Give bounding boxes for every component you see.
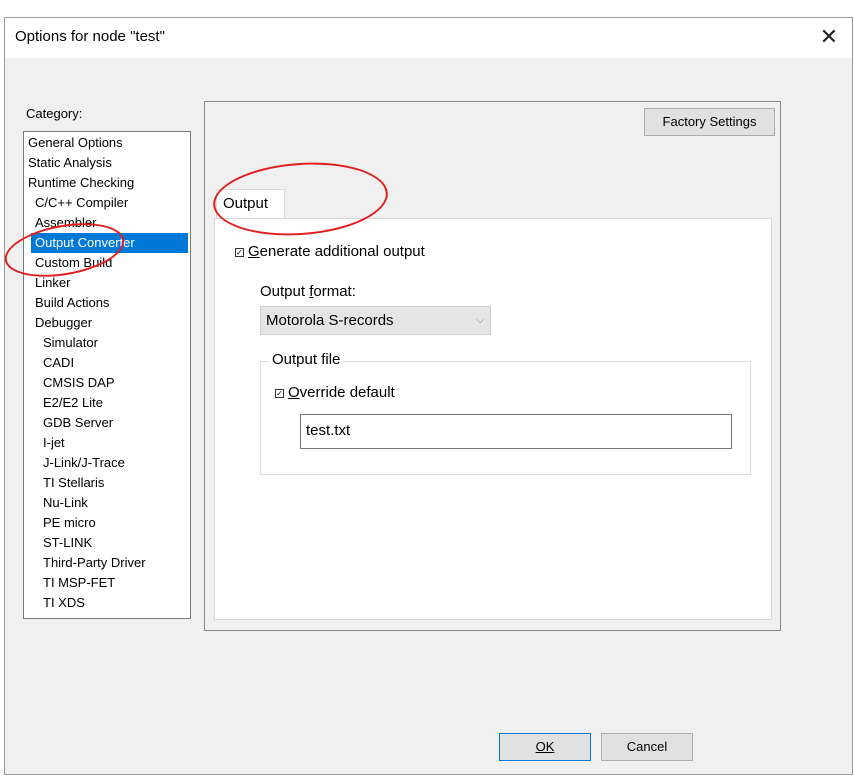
override-default-checkbox[interactable]: ✓: [275, 389, 284, 398]
category-item-i-jet[interactable]: I-jet: [43, 433, 65, 453]
category-item-st-link[interactable]: ST-LINK: [43, 533, 92, 553]
ok-label: OK: [535, 739, 555, 754]
generate-output-mnemonic: G: [248, 243, 260, 260]
override-default-mnemonic: O: [288, 384, 300, 401]
category-item-linker[interactable]: Linker: [35, 273, 70, 293]
title-bar: Options for node "test" ✕: [5, 18, 852, 58]
category-item-general-options[interactable]: General Options: [28, 133, 123, 153]
category-label: Category:: [26, 106, 83, 121]
output-file-group-label: Output file: [269, 351, 344, 368]
category-item-ti-msp-fet[interactable]: TI MSP-FET: [43, 573, 115, 593]
category-item-ti-stellaris[interactable]: TI Stellaris: [43, 473, 104, 493]
category-item-simulator[interactable]: Simulator: [43, 333, 98, 353]
category-item-custom-build[interactable]: Custom Build: [35, 253, 112, 273]
override-default-label[interactable]: Override default: [288, 384, 395, 401]
category-item-debugger[interactable]: Debugger: [35, 313, 92, 333]
tab-output[interactable]: Output: [216, 189, 285, 219]
generate-output-label-text: enerate additional output: [259, 243, 425, 260]
category-item-cmsis-dap[interactable]: CMSIS DAP: [43, 373, 115, 393]
category-item-third-party-driver[interactable]: Third-Party Driver: [43, 553, 146, 573]
output-format-label-pre: Output: [260, 283, 310, 300]
category-item-pe-micro[interactable]: PE micro: [43, 513, 96, 533]
close-icon[interactable]: ✕: [806, 18, 852, 58]
override-default-label-text: verride default: [299, 384, 395, 401]
category-item-static-analysis[interactable]: Static Analysis: [28, 153, 112, 173]
output-format-value: Motorola S-records: [266, 312, 394, 329]
category-item-cpp-compiler[interactable]: C/C++ Compiler: [35, 193, 128, 213]
category-item-nu-link[interactable]: Nu-Link: [43, 493, 88, 513]
chevron-down-icon: ⌵: [476, 315, 484, 326]
category-item-assembler[interactable]: Assembler: [35, 213, 96, 233]
dialog-title: Options for node "test": [15, 28, 165, 45]
category-item-cadi[interactable]: CADI: [43, 353, 74, 373]
generate-output-checkbox[interactable]: ✓: [235, 248, 244, 257]
category-item-j-link[interactable]: J-Link/J-Trace: [43, 453, 125, 473]
options-panel: Factory Settings Output ✓ Generate addit…: [204, 101, 781, 631]
cancel-button[interactable]: Cancel: [601, 733, 693, 761]
output-format-label-post: ormat:: [313, 283, 356, 300]
output-format-label: Output format:: [260, 283, 356, 300]
output-filename-input[interactable]: test.txt: [300, 414, 732, 449]
category-item-runtime-checking[interactable]: Runtime Checking: [28, 173, 134, 193]
category-list[interactable]: General Options Static Analysis Runtime …: [23, 131, 191, 619]
generate-output-label[interactable]: Generate additional output: [248, 243, 425, 260]
factory-settings-button[interactable]: Factory Settings: [644, 108, 775, 136]
output-tab-content: ✓ Generate additional output Output form…: [214, 218, 772, 620]
output-format-select[interactable]: Motorola S-records ⌵: [260, 306, 491, 335]
category-item-ti-xds[interactable]: TI XDS: [43, 593, 85, 613]
category-item-build-actions[interactable]: Build Actions: [35, 293, 109, 313]
output-file-group: Output file ✓ Override default test.txt: [260, 351, 751, 475]
category-item-output-converter[interactable]: Output Converter: [31, 233, 188, 253]
category-item-gdb-server[interactable]: GDB Server: [43, 413, 113, 433]
options-dialog: Options for node "test" ✕ Category: Gene…: [4, 17, 853, 775]
ok-button[interactable]: OK: [499, 733, 591, 761]
category-item-e2-lite[interactable]: E2/E2 Lite: [43, 393, 103, 413]
